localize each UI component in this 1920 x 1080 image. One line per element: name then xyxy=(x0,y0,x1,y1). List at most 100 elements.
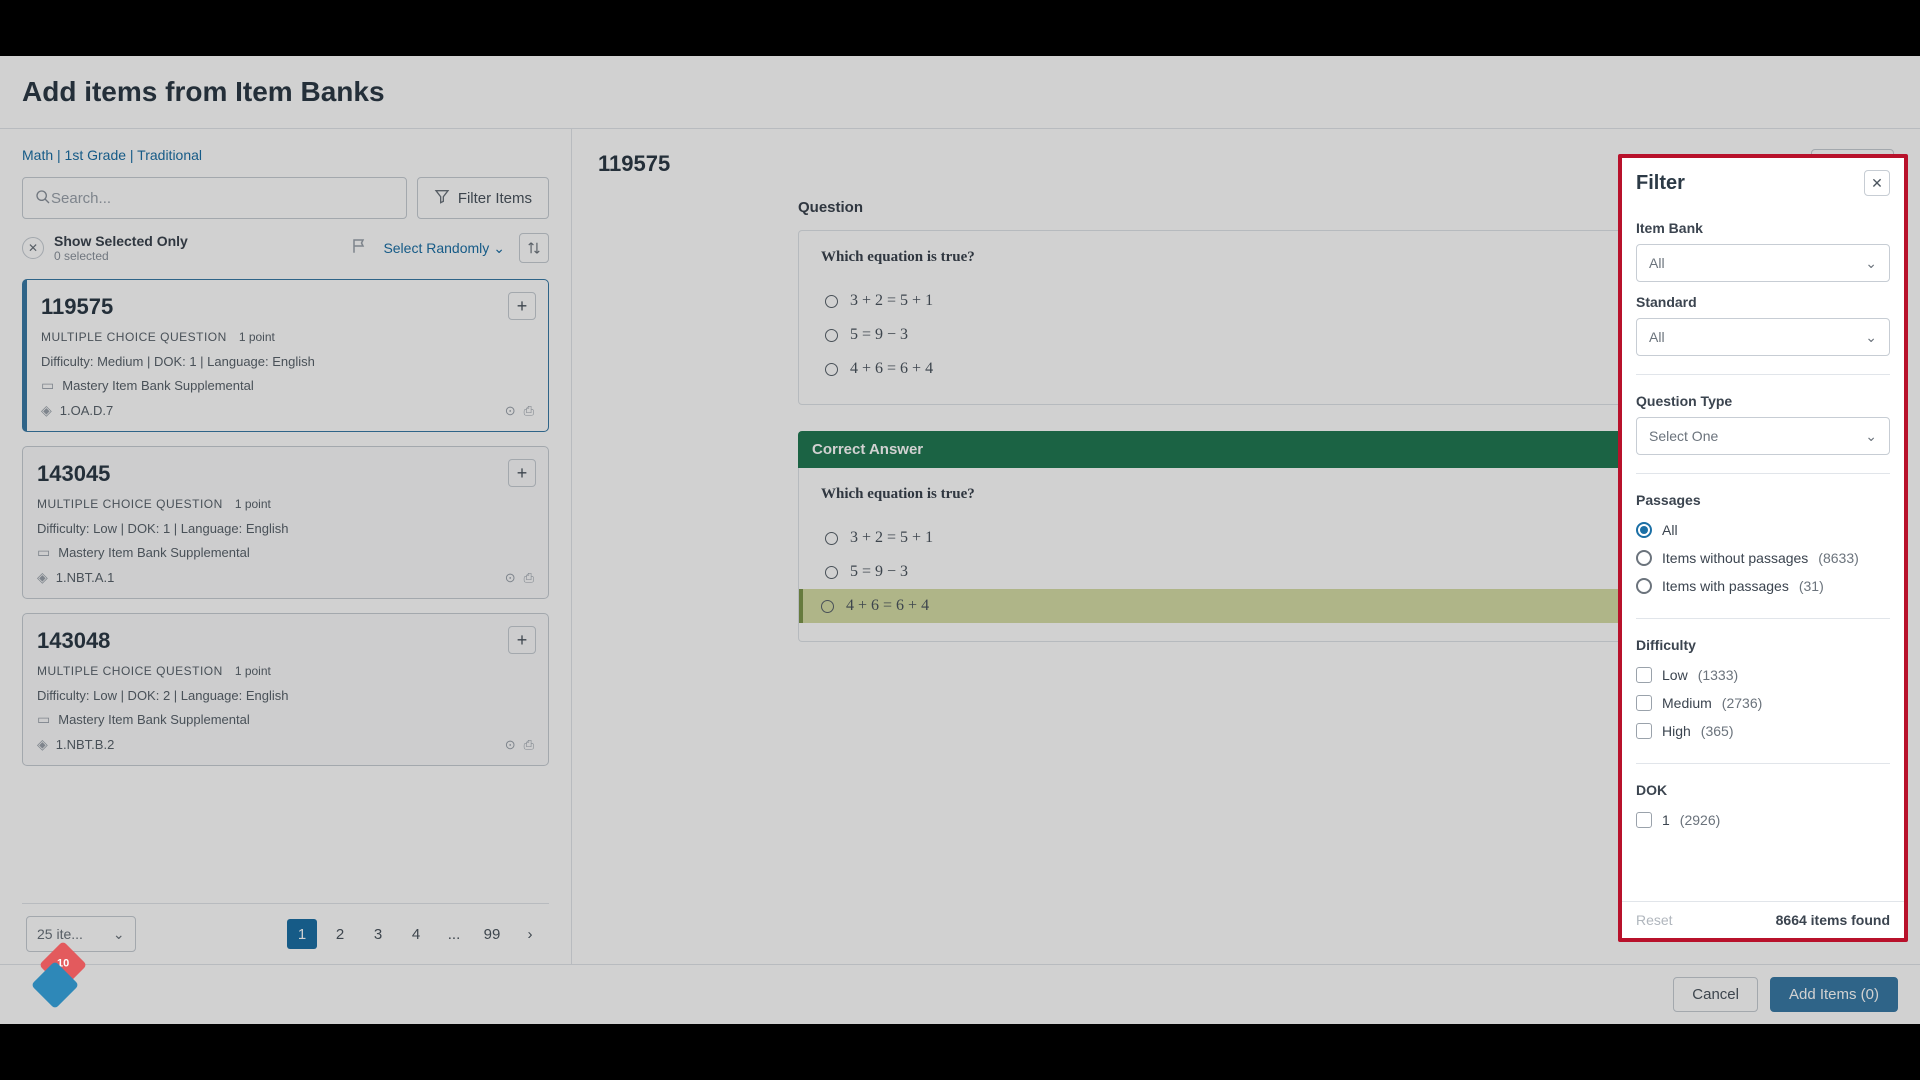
radio-icon xyxy=(825,295,838,308)
notification-badge[interactable]: 10 xyxy=(38,948,86,996)
tag-icon: ◈ xyxy=(37,569,48,586)
item-meta: Difficulty: Medium | DOK: 1 | Language: … xyxy=(41,354,534,369)
clear-selection-button[interactable]: ✕ xyxy=(22,237,44,259)
item-card[interactable]: + 143045 MULTIPLE CHOICE QUESTION1 point… xyxy=(22,446,549,599)
add-item-button[interactable]: + xyxy=(508,626,536,654)
radio-icon xyxy=(825,329,838,342)
item-points: 1 point xyxy=(239,330,275,344)
question-type-select[interactable]: Select One⌄ xyxy=(1636,417,1890,455)
view-icon[interactable]: ⊙ xyxy=(505,570,516,586)
item-bank-select[interactable]: All⌄ xyxy=(1636,244,1890,282)
left-panel: Math | 1st Grade | Traditional Filter It… xyxy=(0,129,572,964)
item-id: 143048 xyxy=(37,628,534,654)
search-input[interactable] xyxy=(51,190,394,207)
chevron-down-icon: ⌄ xyxy=(1865,255,1877,272)
item-bank: Mastery Item Bank Supplemental xyxy=(58,545,249,560)
bank-icon: ▭ xyxy=(37,711,50,728)
page-ellipsis: ... xyxy=(439,919,469,949)
bank-icon: ▭ xyxy=(37,544,50,561)
item-bank-label: Item Bank xyxy=(1636,220,1890,236)
page-4[interactable]: 4 xyxy=(401,919,431,949)
close-filter-button[interactable]: ✕ xyxy=(1864,170,1890,196)
item-card[interactable]: + 143048 MULTIPLE CHOICE QUESTION 1 point… xyxy=(22,613,549,766)
item-type: MULTIPLE CHOICE QUESTION xyxy=(41,330,227,344)
filter-items-label: Filter Items xyxy=(458,190,532,207)
filter-panel: Filter ✕ Item Bank All⌄ Standard All⌄ Qu… xyxy=(1618,154,1908,942)
passages-radio-with[interactable]: Items with passages (31) xyxy=(1636,572,1890,600)
bank-icon: ▭ xyxy=(41,377,54,394)
passages-label: Passages xyxy=(1636,492,1890,508)
passages-radio-all[interactable]: All xyxy=(1636,516,1890,544)
print-icon[interactable]: ⎙ xyxy=(524,570,534,586)
pagination: 1 2 3 4 ... 99 › xyxy=(287,919,545,949)
page-3[interactable]: 3 xyxy=(363,919,393,949)
sort-button[interactable] xyxy=(519,233,549,263)
flag-icon xyxy=(351,237,369,260)
funnel-icon xyxy=(434,188,450,208)
page-1[interactable]: 1 xyxy=(287,919,317,949)
breadcrumb[interactable]: Math | 1st Grade | Traditional xyxy=(22,147,549,163)
page-next[interactable]: › xyxy=(515,919,545,949)
filter-items-button[interactable]: Filter Items xyxy=(417,177,549,219)
page-title: Add items from Item Banks xyxy=(0,56,1920,128)
page-last[interactable]: 99 xyxy=(477,919,507,949)
answer-card: Which equation is true? 3 + 2 = 5 + 1 5 … xyxy=(798,468,1694,642)
question-card: Which equation is true? 3 + 2 = 5 + 1 5 … xyxy=(798,230,1694,405)
page-size-select[interactable]: 25 ite...⌄ xyxy=(26,916,136,952)
correct-answer-header: Correct Answer xyxy=(798,431,1694,468)
chevron-down-icon: ⌄ xyxy=(1865,329,1877,346)
difficulty-check-low[interactable]: Low (1333) xyxy=(1636,661,1890,689)
show-selected-label: Show Selected Only xyxy=(54,233,188,249)
view-icon[interactable]: ⊙ xyxy=(505,737,516,753)
standard-select[interactable]: All⌄ xyxy=(1636,318,1890,356)
difficulty-label: Difficulty xyxy=(1636,637,1890,653)
search-icon xyxy=(35,189,51,208)
dok-label: DOK xyxy=(1636,782,1890,798)
cancel-button[interactable]: Cancel xyxy=(1673,977,1758,1012)
question-prompt: Which equation is true? xyxy=(821,249,1671,266)
item-card[interactable]: + 119575 MULTIPLE CHOICE QUESTION 1 point… xyxy=(22,279,549,432)
difficulty-check-high[interactable]: High (365) xyxy=(1636,717,1890,745)
reset-filters-button[interactable]: Reset xyxy=(1636,912,1673,928)
chevron-down-icon: ⌄ xyxy=(493,240,505,257)
print-icon[interactable]: ⎙ xyxy=(524,737,534,753)
select-randomly-link[interactable]: Select Randomly ⌄ xyxy=(383,240,505,257)
tag-icon: ◈ xyxy=(37,736,48,753)
chevron-down-icon: ⌄ xyxy=(1865,428,1877,445)
passages-radio-without[interactable]: Items without passages (8633) xyxy=(1636,544,1890,572)
answer-option: 5 = 9 − 3 xyxy=(821,555,1671,589)
question-option[interactable]: 3 + 2 = 5 + 1 xyxy=(821,284,1671,318)
answer-prompt: Which equation is true? xyxy=(821,486,1671,503)
item-type: MULTIPLE CHOICE QUESTION xyxy=(37,664,223,678)
item-id: 119575 xyxy=(41,294,534,320)
tag-icon: ◈ xyxy=(41,402,52,419)
items-found-count: 8664 items found xyxy=(1776,912,1890,928)
item-meta: Difficulty: Low | DOK: 2 | Language: Eng… xyxy=(37,688,534,703)
item-meta: Difficulty: Low | DOK: 1 | Language: Eng… xyxy=(37,521,534,536)
radio-icon xyxy=(825,566,838,579)
filter-title: Filter xyxy=(1636,172,1685,195)
question-label: Question xyxy=(798,199,1694,216)
view-icon[interactable]: ⊙ xyxy=(505,403,516,419)
item-standard: 1.NBT.A.1 xyxy=(56,570,115,585)
question-option[interactable]: 5 = 9 − 3 xyxy=(821,318,1671,352)
question-option[interactable]: 4 + 6 = 6 + 4 xyxy=(821,352,1671,386)
selected-count: 0 selected xyxy=(54,249,188,263)
item-standard: 1.OA.D.7 xyxy=(60,403,113,418)
add-item-button[interactable]: + xyxy=(508,292,536,320)
item-type: MULTIPLE CHOICE QUESTION xyxy=(37,497,223,511)
item-points: 1 point xyxy=(235,664,271,678)
preview-id: 119575 xyxy=(598,151,670,177)
print-icon[interactable]: ⎙ xyxy=(524,403,534,419)
footer-actions: Cancel Add Items (0) xyxy=(0,964,1920,1024)
radio-icon xyxy=(821,600,834,613)
difficulty-check-medium[interactable]: Medium (2736) xyxy=(1636,689,1890,717)
add-item-button[interactable]: + xyxy=(508,459,536,487)
page-2[interactable]: 2 xyxy=(325,919,355,949)
item-bank: Mastery Item Bank Supplemental xyxy=(62,378,253,393)
search-input-wrapper xyxy=(22,177,407,219)
add-items-button[interactable]: Add Items (0) xyxy=(1770,977,1898,1012)
item-list: + 119575 MULTIPLE CHOICE QUESTION 1 point… xyxy=(22,279,549,903)
dok-check-1[interactable]: 1 (2926) xyxy=(1636,806,1890,834)
chevron-down-icon: ⌄ xyxy=(113,926,125,943)
